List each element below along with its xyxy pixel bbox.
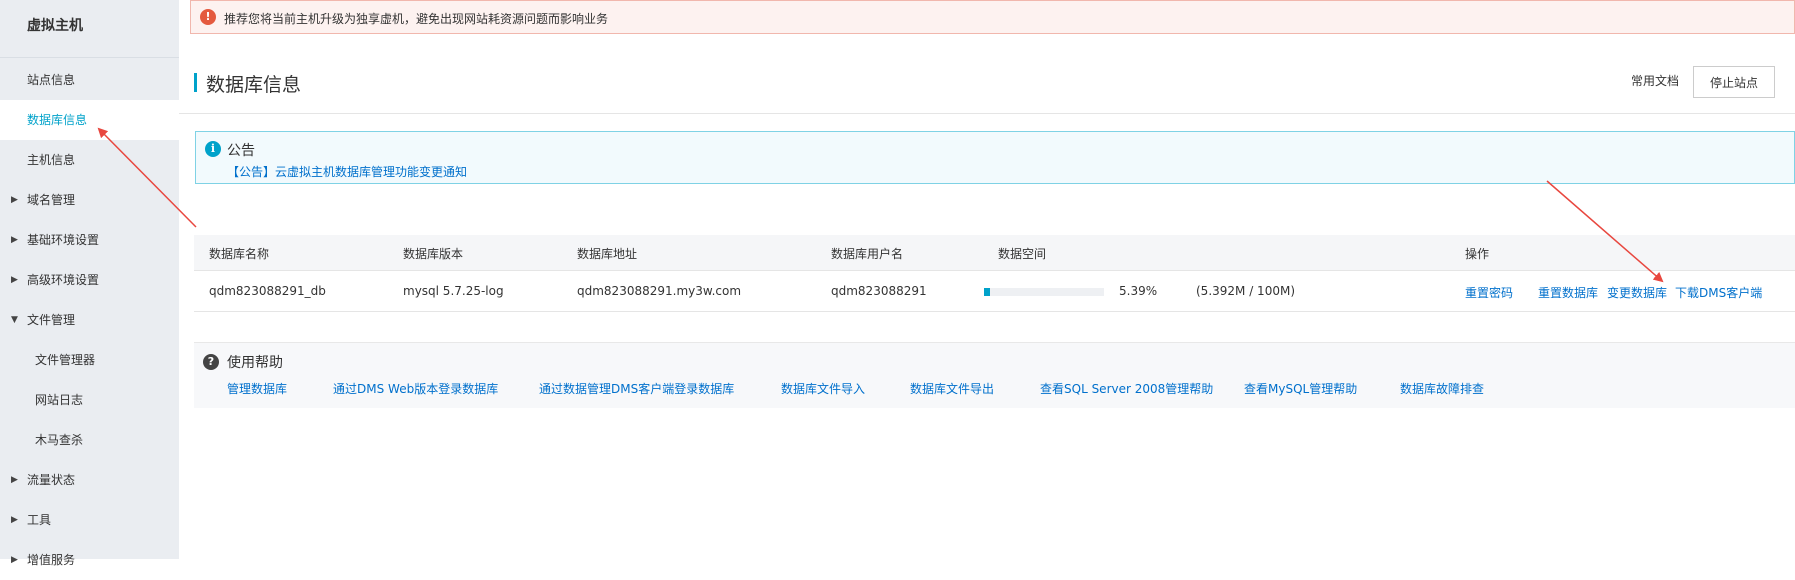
help-link-troubleshoot[interactable]: 数据库故障排查 [1400, 380, 1484, 397]
sidebar-item-label: 高级环境设置 [27, 273, 100, 287]
sidebar-item-site-info[interactable]: 站点信息 [0, 60, 179, 100]
upgrade-alert: ! 推荐您将当前主机升级为独享虚机，避免出现网站耗资源问题而影响业务 [190, 0, 1795, 34]
usage-percent: 5.39% [1119, 284, 1158, 298]
info-icon: i [205, 141, 221, 157]
notice-title: 公告 [227, 143, 255, 159]
notice-panel: i 公告 【公告】云虚拟主机数据库管理功能变更通知 [195, 131, 1795, 184]
col-db-version: 数据库版本 [403, 247, 464, 261]
title-accent-bar [194, 73, 197, 92]
sidebar-item-file-manager[interactable]: 文件管理器 [0, 340, 179, 380]
usage-progress-bar [984, 288, 1104, 296]
sidebar: 虚拟主机 站点信息 数据库信息 主机信息 ▶ 域名管理 ▶ 基础环境设置 ▶ 高级环境… [0, 0, 179, 567]
sidebar-item-label: 增值服务 [27, 553, 76, 567]
sidebar-item-label: 基础环境设置 [27, 233, 100, 247]
sidebar-item-label: 文件管理器 [35, 353, 96, 367]
sidebar-item-label: 工具 [27, 513, 52, 527]
help-link-manage-db[interactable]: 管理数据库 [227, 380, 287, 397]
sidebar-item-value-added[interactable]: ▶ 增值服务 [0, 540, 179, 580]
caret-right-icon: ▶ [11, 195, 18, 205]
sidebar-item-traffic[interactable]: ▶ 流量状态 [0, 460, 179, 500]
usage-progress-fill [984, 288, 991, 296]
db-username: qdm823088291 [831, 284, 927, 298]
sidebar-item-trojan-scan[interactable]: 木马查杀 [0, 420, 179, 460]
db-address: qdm823088291.my3w.com [577, 284, 742, 298]
page-title: 数据库信息 [206, 74, 302, 96]
sidebar-item-advanced-env[interactable]: ▶ 高级环境设置 [0, 260, 179, 300]
sidebar-item-basic-env[interactable]: ▶ 基础环境设置 [0, 220, 179, 260]
sidebar-item-label: 木马查杀 [35, 433, 84, 447]
notice-link[interactable]: 【公告】云虚拟主机数据库管理功能变更通知 [227, 163, 467, 180]
reset-password-link[interactable]: 重置密码 [1465, 284, 1513, 301]
change-database-link[interactable]: 变更数据库 [1607, 284, 1667, 301]
table-row: qdm823088291_db mysql 5.7.25-log qdm8230… [194, 271, 1795, 312]
help-link-import[interactable]: 数据库文件导入 [781, 380, 865, 397]
col-db-name: 数据库名称 [209, 247, 270, 261]
caret-right-icon: ▶ [11, 515, 18, 525]
sidebar-item-file-management[interactable]: ▼ 文件管理 [0, 300, 179, 340]
sidebar-item-label: 主机信息 [27, 153, 76, 167]
docs-link[interactable]: 常用文档 [1631, 72, 1679, 89]
sidebar-item-domain[interactable]: ▶ 域名管理 [0, 180, 179, 220]
help-link-mysql[interactable]: 查看MySQL管理帮助 [1244, 380, 1357, 397]
warning-icon: ! [200, 9, 216, 25]
caret-down-icon: ▼ [11, 315, 18, 325]
alert-text: 推荐您将当前主机升级为独享虚机，避免出现网站耗资源问题而影响业务 [224, 12, 609, 26]
col-db-username: 数据库用户名 [831, 247, 904, 261]
reset-database-link[interactable]: 重置数据库 [1538, 284, 1598, 301]
sidebar-item-host-info[interactable]: 主机信息 [0, 140, 179, 180]
sidebar-item-label: 站点信息 [27, 73, 76, 87]
main-content: ! 推荐您将当前主机升级为独享虚机，避免出现网站耗资源问题而影响业务 数据库信息… [179, 0, 1795, 559]
col-db-space: 数据空间 [998, 247, 1047, 261]
sidebar-item-site-logs[interactable]: 网站日志 [0, 380, 179, 420]
question-icon: ? [203, 354, 219, 370]
help-panel: ? 使用帮助 管理数据库 通过DMS Web版本登录数据库 通过数据管理DMS客… [194, 342, 1795, 408]
sidebar-item-label: 数据库信息 [27, 113, 88, 127]
db-name: qdm823088291_db [209, 284, 326, 298]
sidebar-item-label: 流量状态 [27, 473, 76, 487]
help-link-dms-web[interactable]: 通过DMS Web版本登录数据库 [333, 380, 498, 397]
database-table: 数据库名称 数据库版本 数据库地址 数据库用户名 数据空间 操作 qdm8230… [194, 235, 1795, 312]
sidebar-item-database-info[interactable]: 数据库信息 [0, 100, 179, 140]
caret-right-icon: ▶ [11, 235, 18, 245]
help-link-sqlserver[interactable]: 查看SQL Server 2008管理帮助 [1040, 380, 1213, 397]
caret-right-icon: ▶ [11, 475, 18, 485]
help-link-export[interactable]: 数据库文件导出 [910, 380, 994, 397]
help-link-dms-client[interactable]: 通过数据管理DMS客户端登录数据库 [539, 380, 734, 397]
usage-detail: (5.392M / 100M) [1196, 284, 1295, 298]
col-db-address: 数据库地址 [577, 247, 638, 261]
sidebar-title: 虚拟主机 [0, 0, 179, 58]
db-version: mysql 5.7.25-log [403, 284, 504, 298]
help-title: 使用帮助 [227, 355, 283, 371]
sidebar-item-label: 文件管理 [27, 313, 76, 327]
col-actions: 操作 [1465, 247, 1490, 261]
stop-site-button[interactable]: 停止站点 [1693, 66, 1775, 98]
table-header: 数据库名称 数据库版本 数据库地址 数据库用户名 数据空间 操作 [194, 235, 1795, 271]
sidebar-item-tools[interactable]: ▶ 工具 [0, 500, 179, 540]
divider [179, 113, 1795, 114]
caret-right-icon: ▶ [11, 555, 18, 565]
caret-right-icon: ▶ [11, 275, 18, 285]
sidebar-item-label: 域名管理 [27, 193, 76, 207]
download-dms-client-link[interactable]: 下载DMS客户端 [1675, 284, 1762, 301]
sidebar-item-label: 网站日志 [35, 393, 84, 407]
